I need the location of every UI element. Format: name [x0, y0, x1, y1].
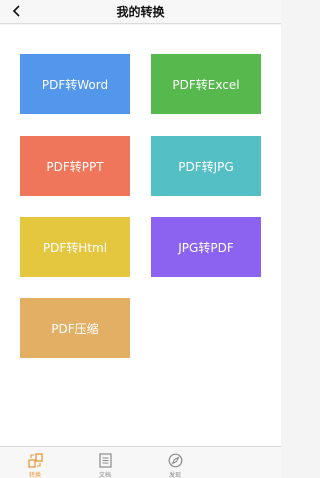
tab-label: 文档: [98, 472, 111, 478]
content-area: PDF转Word PDF转Excel PDF转PPT PDF转JPG PDF转H…: [0, 25, 281, 446]
document-icon: [98, 453, 112, 468]
pdf-to-excel-button[interactable]: PDF转Excel: [151, 54, 261, 114]
tile-label: PDF压缩: [51, 321, 99, 336]
pdf-to-word-button[interactable]: PDF转Word: [20, 54, 130, 114]
pdf-compress-button[interactable]: PDF压缩: [20, 298, 130, 358]
pdf-to-ppt-button[interactable]: PDF转PPT: [20, 136, 130, 196]
tile-label: PDF转Excel: [172, 77, 240, 92]
tab-documents[interactable]: 文档: [85, 447, 125, 478]
tab-label: 转换: [28, 472, 41, 478]
tile-label: JPG转PDF: [178, 240, 234, 255]
pdf-to-jpg-button[interactable]: PDF转JPG: [151, 136, 261, 196]
tile-label: PDF转PPT: [46, 159, 104, 174]
pdf-to-html-button[interactable]: PDF转Html: [20, 217, 130, 277]
page-title: 我的转换: [116, 5, 165, 19]
navigation-bar: 我的转换: [0, 0, 281, 24]
tile-label: PDF转JPG: [178, 159, 234, 174]
compass-icon: [168, 453, 182, 468]
tile-label: PDF转Html: [42, 240, 108, 255]
jpg-to-pdf-button[interactable]: JPG转PDF: [151, 217, 261, 277]
tab-convert[interactable]: 转换: [15, 447, 55, 478]
tab-discover[interactable]: 发现: [155, 447, 195, 478]
convert-icon: [27, 453, 43, 468]
tab-bar: 转换 文档 发现: [0, 446, 281, 478]
tab-label: 发现: [168, 472, 181, 478]
tile-label: PDF转Word: [41, 77, 109, 92]
